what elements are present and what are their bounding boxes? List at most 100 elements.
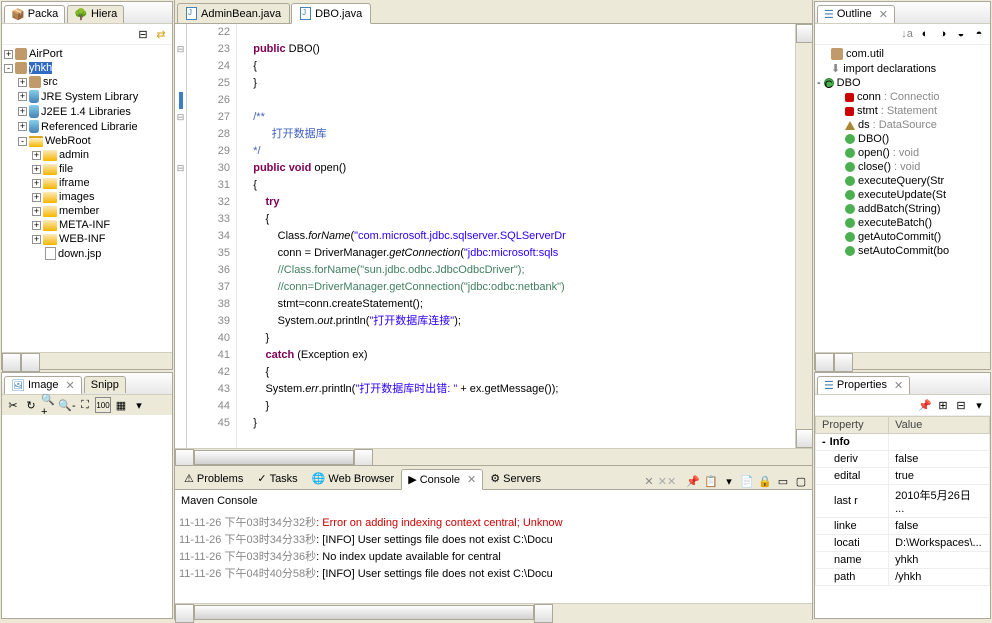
close-icon[interactable]: ✕ [66,379,75,392]
outline-item[interactable]: addBatch(String) [817,202,988,216]
expand-icon[interactable]: + [32,165,41,174]
tab-outline[interactable]: ☰Outline✕ [817,5,895,23]
property-row[interactable]: derivfalse [816,451,990,468]
hide-local-icon[interactable]: ◓ [971,26,987,42]
tab-properties[interactable]: ☰Properties✕ [817,376,910,394]
rotate-icon[interactable]: ↻ [23,397,39,413]
display-icon[interactable]: 📋 [703,473,719,489]
remove-icon[interactable]: ✕✕ [659,473,675,489]
bottom-tab-web-browser[interactable]: 🌐Web Browser [305,468,402,489]
scrollbar-vertical[interactable] [795,24,812,448]
package-tree[interactable]: +AirPort-yhkh+src+JRE System Library+J2E… [2,45,172,352]
expand-icon[interactable]: + [18,92,27,101]
close-icon[interactable]: ✕ [467,473,476,486]
categories-icon[interactable]: ⊞ [935,397,951,413]
tree-item[interactable]: +member [4,204,170,218]
expand-icon[interactable]: + [32,221,41,230]
clear-icon[interactable]: 📄 [739,473,755,489]
properties-table[interactable]: PropertyValue -Infoderivfalseeditaltruel… [815,416,990,586]
stop-icon[interactable]: ✕ [641,473,657,489]
zoom-in-icon[interactable]: 🔍+ [41,397,57,413]
expand-icon[interactable]: + [32,235,41,244]
pin-icon[interactable]: 📌 [917,397,933,413]
tree-item[interactable]: +admin [4,148,170,162]
property-row[interactable]: last r2010年5月26日 ... [816,485,990,518]
filter-icon[interactable]: ⊟ [953,397,969,413]
hide-static-icon[interactable]: ◑ [935,26,951,42]
tree-item[interactable]: +AirPort [4,47,170,61]
bottom-tab-servers[interactable]: ⚙Servers [483,468,548,489]
outline-item[interactable]: conn : Connectio [817,90,988,104]
expand-icon[interactable]: + [32,207,41,216]
hide-fields-icon[interactable]: ◐ [917,26,933,42]
sort-icon[interactable]: ↓a [899,26,915,42]
editor-scrollbar-horizontal[interactable] [175,448,812,465]
expand-icon[interactable]: - [18,137,27,146]
outline-item[interactable]: setAutoCommit(bo [817,244,988,258]
outline-item[interactable]: open() : void [817,146,988,160]
tree-item[interactable]: +Referenced Librarie [4,119,170,134]
tree-item[interactable]: +src [4,75,170,89]
property-row[interactable]: editaltrue [816,468,990,485]
tab-image[interactable]: 🖼Image✕ [4,376,82,394]
tree-item[interactable]: +images [4,190,170,204]
outline-tree[interactable]: com.util⬇import declarations-CDBOconn : … [815,45,990,352]
outline-scrollbar-horizontal[interactable] [815,352,990,369]
close-icon[interactable]: ✕ [894,379,903,392]
tab-hierarchy[interactable]: 🌳Hiera [67,5,124,23]
tree-item[interactable]: +WEB-INF [4,232,170,246]
expand-icon[interactable]: + [32,151,41,160]
tree-item[interactable]: -WebRoot [4,134,170,148]
outline-item[interactable]: executeUpdate(St [817,188,988,202]
expand-icon[interactable]: - [4,64,13,73]
property-row[interactable]: -Info [816,434,990,451]
console-select-icon[interactable]: ▾ [721,473,737,489]
scrollbar-horizontal[interactable] [2,352,172,369]
dropdown-icon[interactable]: ▾ [131,397,147,413]
bottom-tab-tasks[interactable]: ✓Tasks [250,468,304,489]
expand-icon[interactable]: + [32,193,41,202]
zoom-out-icon[interactable]: 🔍- [59,397,75,413]
tree-item[interactable]: +file [4,162,170,176]
hide-nonpublic-icon[interactable]: ◒ [953,26,969,42]
outline-item[interactable]: executeBatch() [817,216,988,230]
zoom-fit-icon[interactable]: ⛶ [77,397,93,413]
outline-item[interactable]: -CDBO [817,76,988,90]
editor-tab[interactable]: AdminBean.java [177,3,290,23]
outline-item[interactable]: com.util [817,47,988,61]
expand-icon[interactable]: - [817,77,821,89]
bottom-tab-problems[interactable]: ⚠Problems [177,468,250,489]
menu-icon[interactable]: ▾ [971,397,987,413]
outline-item[interactable]: ⬇import declarations [817,61,988,76]
property-row[interactable]: linkefalse [816,518,990,535]
expand-icon[interactable]: + [4,50,13,59]
tree-item[interactable]: +iframe [4,176,170,190]
console-scrollbar-horizontal[interactable] [175,603,812,620]
grid-icon[interactable]: ▦ [113,397,129,413]
tree-item[interactable]: +JRE System Library [4,89,170,104]
editor-tab[interactable]: DBO.java [291,3,371,24]
expand-icon[interactable]: + [18,78,27,87]
expand-icon[interactable]: + [18,107,27,116]
max-icon[interactable]: ▢ [793,473,809,489]
collapse-all-icon[interactable]: ⊟ [135,26,151,42]
console-output[interactable]: 11-11-26 下午03时34分32秒: Error on adding in… [175,512,812,603]
bottom-tab-console[interactable]: ▶Console✕ [401,469,483,490]
min-icon[interactable]: ▭ [775,473,791,489]
tab-snippets[interactable]: Snipp [84,376,126,393]
tab-package-explorer[interactable]: 📦Packa [4,5,65,23]
outline-item[interactable]: DBO() [817,132,988,146]
expand-icon[interactable]: + [32,179,41,188]
outline-item[interactable]: close() : void [817,160,988,174]
outline-item[interactable]: getAutoCommit() [817,230,988,244]
scroll-lock-icon[interactable]: 🔒 [757,473,773,489]
outline-item[interactable]: executeQuery(Str [817,174,988,188]
outline-item[interactable]: ds : DataSource [817,118,988,132]
tree-item[interactable]: down.jsp [4,246,170,261]
link-editor-icon[interactable]: ⇄ [153,26,169,42]
crop-icon[interactable]: ✂ [5,397,21,413]
tree-item[interactable]: +J2EE 1.4 Libraries [4,104,170,119]
pin-icon[interactable]: 📌 [685,473,701,489]
tree-item[interactable]: +META-INF [4,218,170,232]
code-editor[interactable]: public DBO() { } /** 打开数据库 */ public voi… [237,24,795,448]
